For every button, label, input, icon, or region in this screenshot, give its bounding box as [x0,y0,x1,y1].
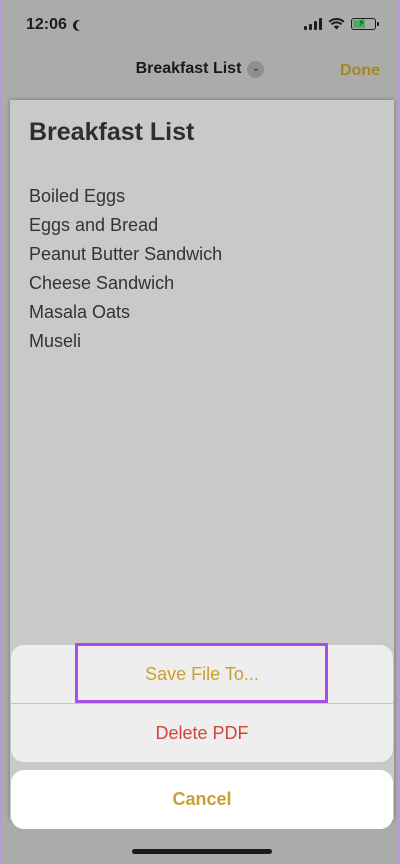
battery-icon: ⚡ [351,17,379,30]
wifi-icon [328,17,345,30]
list-item: Museli [29,331,82,351]
cancel-button[interactable]: Cancel [11,770,393,829]
list-item: Eggs and Bread [29,215,159,235]
home-indicator [132,849,272,854]
status-time: 12:06 [26,16,83,34]
status-time-label: 12:06 [26,16,67,33]
cellular-signal-icon [304,17,322,30]
status-icons: ⚡ [304,17,379,30]
action-sheet: Save File To... Delete PDF [11,645,393,762]
done-button[interactable]: Done [340,62,380,80]
delete-pdf-button[interactable]: Delete PDF [11,704,393,762]
document-title: Breakfast List [29,118,195,146]
moon-icon [76,20,87,31]
chevron-down-icon: ⌄ [247,60,265,78]
list-item: Cheese Sandwich [29,273,175,293]
list-item: Peanut Butter Sandwich [29,244,223,264]
navigation-bar: Breakfast List ⌄ Done [2,46,398,98]
status-bar: 12:06 ⚡ [2,0,398,46]
screen: 12:06 ⚡ Breakfast List ⌄ Done Breakfast [0,0,400,864]
nav-title-button[interactable]: Breakfast List ⌄ [2,60,398,78]
nav-title: Breakfast List [135,60,242,77]
list-item: Masala Oats [29,302,131,322]
save-file-to-button[interactable]: Save File To... [11,645,393,703]
document-list: Boiled Eggs Eggs and Bread Peanut Butter… [29,182,222,356]
list-item: Boiled Eggs [29,186,126,206]
